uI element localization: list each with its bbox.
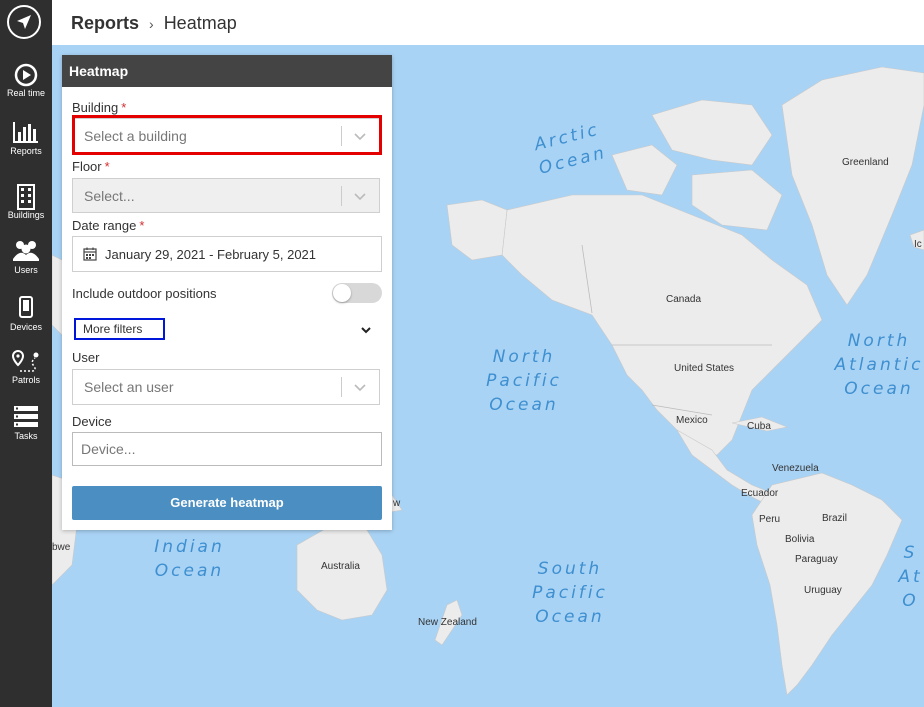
date-range-label-text: Date range (72, 218, 137, 233)
country-label-canada: Canada (666, 294, 702, 305)
sidebar-item-label: Real time (6, 88, 45, 98)
sidebar-item-label: Buildings (7, 210, 45, 220)
building-icon (0, 184, 52, 210)
outdoor-label: Include outdoor positions (72, 286, 217, 301)
country-label-partial-left: bwe (52, 542, 71, 553)
header: Reports › Heatmap (52, 0, 924, 45)
sidebar-item-label: Devices (9, 322, 42, 332)
country-label-iceland-partial: Ic (914, 239, 922, 250)
floor-label-text: Floor (72, 159, 102, 174)
user-select-placeholder: Select an user (84, 379, 174, 395)
sidebar-item-label: Tasks (14, 431, 38, 441)
navigation-arrow-icon[interactable] (7, 5, 41, 39)
country-label-cuba: Cuba (747, 421, 771, 432)
sidebar-item-label: Users (14, 265, 38, 275)
route-icon (0, 349, 52, 373)
required-mark: * (104, 159, 110, 174)
date-range-picker[interactable]: January 29, 2021 - February 5, 2021 (72, 236, 382, 272)
chevron-down-icon[interactable] (353, 380, 367, 399)
sidebar-item-tasks[interactable]: Tasks (0, 405, 52, 441)
breadcrumb: Reports › Heatmap (71, 13, 237, 34)
ocean-label-south-pacific: South Pacific Ocean (532, 559, 608, 627)
toggle-knob (333, 284, 351, 302)
country-label-brazil: Brazil (822, 513, 848, 524)
sidebar-item-patrols[interactable]: Patrols (0, 349, 52, 385)
chevron-down-icon[interactable] (353, 189, 367, 208)
date-range-label: Date range * (72, 218, 144, 233)
sidebar-item-devices[interactable]: Devices (0, 296, 52, 332)
select-divider (341, 377, 342, 397)
heatmap-panel: Heatmap Building * Select a building Floo… (62, 55, 392, 530)
sidebar-item-reports[interactable]: Reports (0, 120, 52, 156)
panel-title: Heatmap (62, 55, 392, 87)
country-label-mexico: Mexico (676, 415, 708, 426)
date-range-value: January 29, 2021 - February 5, 2021 (105, 247, 317, 262)
country-label-greenland: Greenland (842, 157, 889, 168)
breadcrumb-heatmap: Heatmap (163, 13, 237, 33)
device-input[interactable] (73, 433, 381, 465)
user-select[interactable]: Select an user (72, 369, 380, 405)
users-icon (0, 239, 52, 263)
required-mark: * (139, 218, 145, 233)
country-label-new-zealand: New Zealand (418, 617, 477, 628)
building-label: Building * (72, 100, 126, 115)
phone-icon (0, 296, 52, 320)
country-label-ecuador: Ecuador (741, 488, 779, 499)
sidebar-item-label: Patrols (11, 375, 40, 385)
ocean-label-south-atlantic: S At O (898, 543, 923, 611)
ocean-label-north-pacific: North Pacific Ocean (486, 347, 562, 415)
bar-chart-icon (0, 120, 52, 144)
calendar-icon (83, 247, 97, 266)
sidebar-item-label: Reports (10, 146, 42, 156)
country-label-peru: Peru (759, 514, 781, 525)
country-label-partial: w (393, 498, 401, 509)
breadcrumb-reports[interactable]: Reports (71, 13, 139, 33)
sidebar-item-buildings[interactable]: Buildings (0, 184, 52, 220)
device-field[interactable] (72, 432, 382, 466)
country-label-venezuela: Venezuela (772, 463, 819, 474)
select-divider (341, 186, 342, 206)
sidebar: Real time Reports Buildings Users Device… (0, 0, 52, 707)
ocean-label-north-atlantic: North Atlantic Ocean (834, 331, 924, 399)
building-label-text: Building (72, 100, 119, 115)
chevron-down-icon[interactable] (360, 322, 372, 340)
building-select-highlight (72, 115, 382, 155)
play-circle-icon (0, 62, 52, 87)
sidebar-item-real-time[interactable]: Real time (0, 62, 52, 98)
floor-label: Floor * (72, 159, 110, 174)
country-label-australia: Australia (321, 561, 360, 572)
country-label-paraguay: Paraguay (795, 554, 838, 565)
floor-select-placeholder: Select... (84, 188, 135, 204)
device-label: Device (72, 414, 112, 429)
country-label-uruguay: Uruguay (804, 585, 842, 596)
country-label-united-states: United States (674, 363, 735, 374)
floor-select[interactable]: Select... (72, 178, 380, 213)
required-mark: * (121, 100, 127, 115)
ocean-label-indian: Indian Ocean (154, 537, 225, 581)
more-filters-link[interactable]: More filters (74, 318, 165, 340)
country-label-bolivia: Bolivia (785, 534, 815, 545)
sidebar-item-users[interactable]: Users (0, 239, 52, 275)
outdoor-toggle[interactable] (332, 283, 382, 303)
generate-heatmap-button[interactable]: Generate heatmap (72, 486, 382, 520)
user-label: User (72, 350, 100, 365)
breadcrumb-separator: › (149, 16, 154, 32)
tasks-icon (0, 405, 52, 429)
